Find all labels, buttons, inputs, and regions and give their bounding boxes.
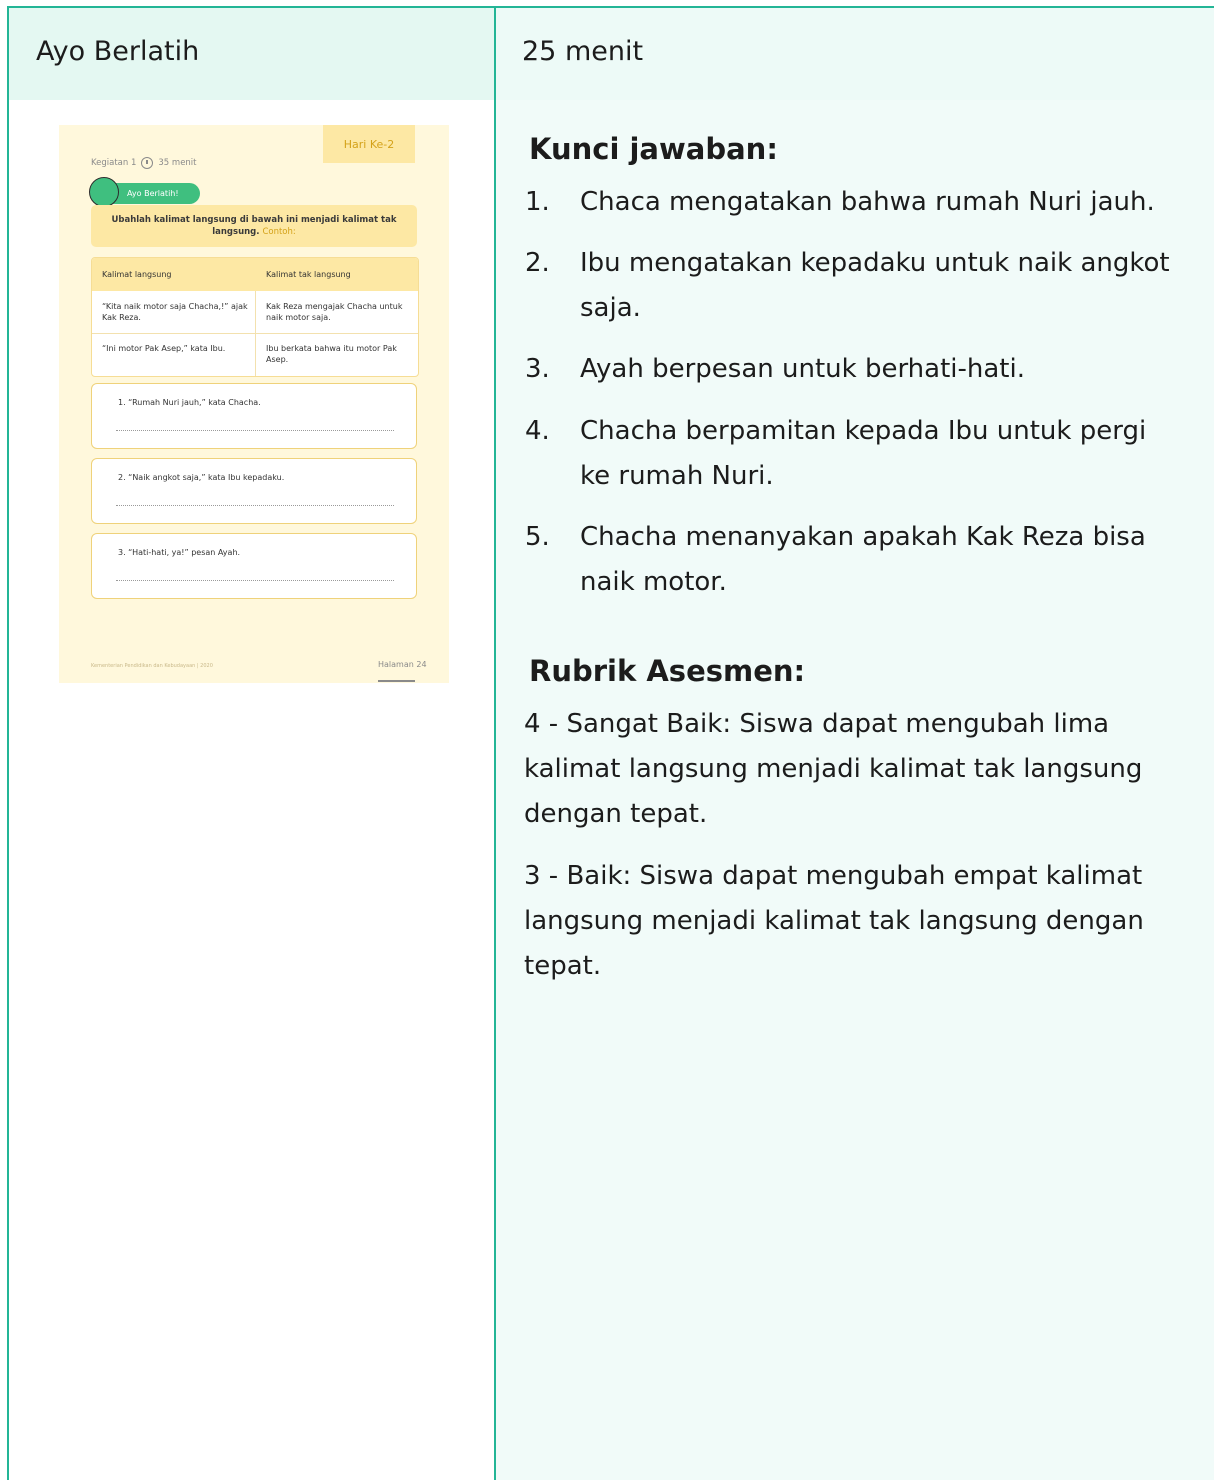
table-cell: “Kita naik motor saja Chacha,!” ajak Kak… [102,302,248,322]
worksheet-footer: Kementerian Pendidikan dan Kebudayaan | … [91,663,213,669]
question-box: 1. “Rumah Nuri jauh,” kata Chacha. [91,383,417,449]
answer-cell: Kunci jawaban: 1. Chaca mengatakan bahwa… [494,100,1214,1480]
question-box: 2. “Naik angkot saja,” kata Ibu kepadaku… [91,458,417,524]
rubric-level: 4 - Sangat Baik: Siswa dapat mengubah li… [524,709,1143,829]
page-number: Halaman 24 [378,660,427,669]
question-box: 3. “Hati-hati, ya!” pesan Ayah. [91,533,417,599]
activity-time: 35 menit [158,158,197,168]
rubric-level: 3 - Baik: Siswa dapat mengubah empat kal… [524,861,1144,981]
day-tab: Hari Ke-2 [323,125,415,163]
answer-text: Ibu mengatakan kepadaku untuk naik angko… [580,248,1170,323]
table-cell: Ibu berkata bahwa itu motor Pak Asep. [266,344,397,364]
answer-line [116,430,394,431]
answer-number: 2. [525,248,550,278]
rubric-title: Rubrik Asesmen: [529,654,806,688]
answer-key-title: Kunci jawaban: [529,132,778,166]
answer-number: 1. [525,187,550,217]
table-header-indirect: Kalimat tak langsung [266,270,351,279]
table-header-direct: Kalimat langsung [102,270,172,279]
lesson-table: Ayo Berlatih 25 menit Hari Ke-2 Kegiatan… [7,6,1214,1480]
worksheet-image: Hari Ke-2 Kegiatan 1 35 menit Ayo Berlat… [59,125,449,683]
answer-text: Ayah berpesan untuk berhati-hati. [580,354,1025,384]
instruction-box: Ubahlah kalimat langsung di bawah ini me… [91,205,417,247]
activity-meta: Kegiatan 1 35 menit [91,157,197,169]
answer-number: 4. [525,416,550,446]
answer-text: Chacha menanyakan apakah Kak Reza bisa n… [580,522,1146,597]
worksheet-cell: Hari Ke-2 Kegiatan 1 35 menit Ayo Berlat… [7,100,496,1480]
question-text: 3. “Hati-hati, ya!” pesan Ayah. [118,548,241,557]
table-cell: “Ini motor Pak Asep,” kata Ibu. [102,344,226,353]
answer-line [116,580,394,581]
answer-number: 3. [525,354,550,384]
answer-text: Chacha berpamitan kepada Ibu untuk pergi… [580,416,1147,491]
activity-title: Ayo Berlatih [36,36,200,67]
answer-number: 5. [525,522,550,552]
question-text: 1. “Rumah Nuri jauh,” kata Chacha. [118,398,261,407]
answer-text: Chaca mengatakan bahwa rumah Nuri jauh. [580,187,1155,217]
activity-header-cell: Ayo Berlatih [7,6,496,102]
question-text: 2. “Naik angkot saja,” kata Ibu kepadaku… [118,473,285,482]
table-divider [92,333,418,334]
instruction-text: Ubahlah kalimat langsung di bawah ini me… [111,215,397,237]
example-table: Kalimat langsung Kalimat tak langsung “K… [91,257,419,377]
duration-text: 25 menit [522,36,644,67]
instruction-hint: Contoh: [262,227,296,237]
table-divider [255,291,256,376]
hand-icon [89,177,119,207]
table-cell: Kak Reza mengajak Chacha untuk naik moto… [266,302,403,322]
clock-icon [141,157,154,169]
duration-header-cell: 25 menit [494,6,1214,102]
answer-line [116,505,394,506]
activity-label: Kegiatan 1 [91,158,137,168]
page-underline [378,680,415,682]
